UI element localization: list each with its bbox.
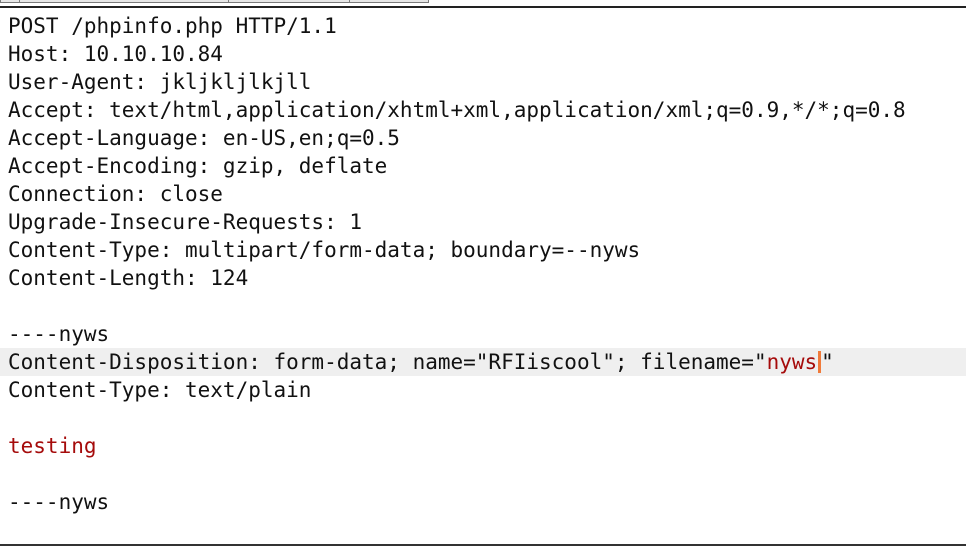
header-content-type: Content-Type: multipart/form-data; bound… <box>8 238 641 262</box>
request-line: POST /phpinfo.php HTTP/1.1 <box>8 14 337 38</box>
header-content-length: Content-Length: 124 <box>8 266 249 290</box>
disposition-filename: nyws <box>766 350 818 374</box>
header-accept-language: Accept-Language: en-US,en;q=0.5 <box>8 126 400 150</box>
disposition-prefix: Content-Disposition: form-data; name="RF… <box>8 350 767 374</box>
bottom-divider <box>0 544 966 546</box>
body-value-line: testing <box>8 434 97 458</box>
header-user-agent: User-Agent: jkljkljlkjll <box>8 70 312 94</box>
tab-3[interactable] <box>228 0 350 3</box>
top-divider <box>0 6 966 8</box>
tab-2[interactable] <box>19 0 229 3</box>
tab-4[interactable] <box>349 0 429 3</box>
part-content-type-line: Content-Type: text/plain <box>8 378 312 402</box>
raw-request-editor[interactable]: POST /phpinfo.php HTTP/1.1 Host: 10.10.1… <box>0 12 966 544</box>
tab-strip <box>0 0 966 4</box>
boundary-close-line: ----nyws <box>8 490 110 514</box>
header-accept-encoding: Accept-Encoding: gzip, deflate <box>8 154 388 178</box>
header-host: Host: 10.10.10.84 <box>8 42 223 66</box>
header-connection: Connection: close <box>8 182 223 206</box>
content-disposition-line: Content-Disposition: form-data; name="RF… <box>0 348 966 376</box>
boundary-open-line: ----nyws <box>8 322 110 346</box>
tab-1[interactable] <box>0 0 20 3</box>
header-accept: Accept: text/html,application/xhtml+xml,… <box>8 98 906 122</box>
header-upgrade-insecure-requests: Upgrade-Insecure-Requests: 1 <box>8 210 363 234</box>
disposition-suffix: " <box>821 350 834 374</box>
